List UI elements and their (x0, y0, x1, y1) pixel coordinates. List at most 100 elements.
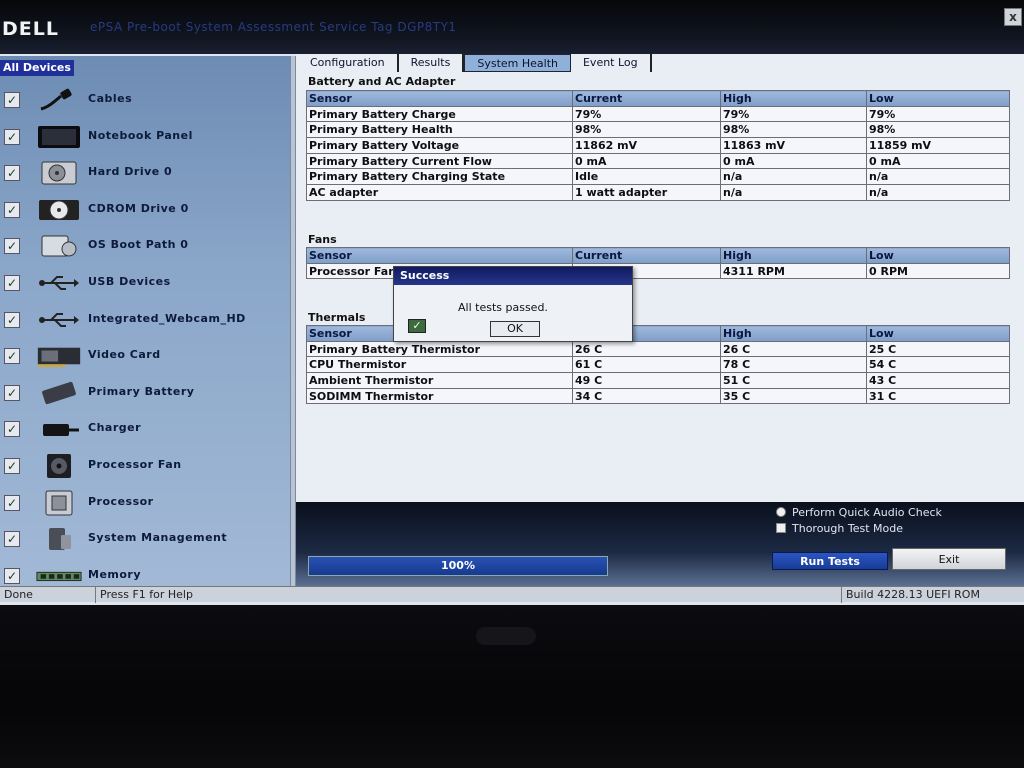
tab-configuration[interactable]: Configuration (298, 54, 399, 72)
table-cell: 98% (572, 121, 721, 139)
device-checkbox[interactable]: ✓ (4, 421, 20, 438)
device-checkbox[interactable]: ✓ (4, 275, 20, 291)
device-item-os-boot-path-0[interactable]: ✓ OS Boot Path 0 (0, 230, 290, 262)
column-header[interactable]: Low (866, 325, 1010, 342)
table-cell: 0 mA (720, 152, 867, 170)
tab-event-log[interactable]: Event Log (571, 54, 652, 72)
close-button[interactable]: x (1004, 8, 1022, 26)
device-checkbox[interactable]: ✓ (4, 238, 20, 255)
device-checkbox[interactable]: ✓ (4, 311, 20, 328)
device-label: Hard Drive 0 (88, 165, 173, 179)
run-tests-button[interactable]: Run Tests (772, 552, 888, 570)
all-devices-header[interactable]: All Devices (0, 60, 74, 76)
success-check-icon: ✓ (408, 319, 426, 333)
device-item-cables[interactable]: ✓ Cables (0, 84, 290, 116)
table-cell: Primary Battery Health (306, 121, 573, 139)
boot-path-icon (36, 232, 82, 260)
bezel-logo-icon (476, 627, 536, 645)
exit-button[interactable]: Exit (892, 548, 1006, 570)
table-cell: 11862 mV (572, 137, 721, 154)
table-row: Primary Battery Charging State Idle n/a n/a (306, 168, 1010, 186)
checkbox-icon[interactable] (776, 523, 786, 533)
thorough-mode-option[interactable]: Thorough Test Mode (776, 522, 903, 535)
table-cell: 79% (572, 105, 721, 123)
status-help: Press F1 for Help (96, 587, 842, 603)
column-header[interactable]: Low (866, 90, 1010, 107)
table-cell: n/a (720, 184, 867, 201)
table-cell: SODIMM Thermistor (306, 387, 573, 405)
column-header[interactable]: Low (866, 247, 1010, 264)
table-cell: 61 C (572, 356, 721, 374)
device-checkbox[interactable]: ✓ (4, 201, 20, 218)
table-cell: 78 C (720, 356, 867, 374)
device-checkbox[interactable]: ✓ (4, 128, 20, 145)
battery-icon (36, 379, 82, 407)
device-item-usb-devices[interactable]: ✓ USB Devices (0, 267, 290, 299)
column-header[interactable]: Sensor (306, 247, 573, 264)
table-cell: Primary Battery Thermistor (306, 340, 573, 358)
column-header[interactable]: High (720, 247, 867, 264)
device-item-charger[interactable]: ✓ Charger (0, 413, 290, 445)
device-item-hard-drive-0[interactable]: ✓ Hard Drive 0 (0, 157, 290, 189)
device-item-notebook-panel[interactable]: ✓ Notebook Panel (0, 121, 290, 153)
device-item-cdrom-drive-0[interactable]: ✓ CDROM Drive 0 (0, 194, 290, 226)
table-cell: 26 C (720, 340, 867, 358)
column-header[interactable]: High (720, 325, 867, 342)
cable-icon (36, 86, 82, 114)
table-cell: 98% (720, 121, 867, 139)
device-checkbox[interactable]: ✓ (4, 165, 20, 182)
thermals-section-title: Thermals (308, 311, 366, 324)
table-cell: 0 mA (572, 152, 721, 170)
device-label: Primary Battery (88, 384, 195, 398)
quick-audio-option[interactable]: Perform Quick Audio Check (776, 506, 942, 519)
table-cell: 1 watt adapter (572, 184, 721, 201)
device-item-integrated-webcam-hd[interactable]: ✓ Integrated_Webcam_HD (0, 304, 290, 336)
column-header[interactable]: Current (572, 247, 721, 264)
table-cell: Primary Battery Charging State (306, 168, 573, 186)
app-title: ePSA Pre-boot System Assessment Service … (90, 20, 457, 34)
build-info: Build 4228.13 UEFI ROM (846, 588, 980, 601)
battery-header-row: Sensor Current High Low (306, 90, 1010, 107)
table-cell: 0 RPM (866, 262, 1010, 280)
hard-drive-icon (36, 159, 82, 187)
dell-logo: DELL (2, 18, 59, 40)
device-item-processor-fan[interactable]: ✓ Processor Fan (0, 450, 290, 482)
table-cell: 43 C (866, 372, 1010, 389)
table-row: Primary Battery Voltage 11862 mV 11863 mV 1… (306, 137, 1010, 154)
dialog-message: All tests passed. (458, 301, 548, 314)
device-checkbox[interactable]: ✓ (4, 531, 20, 548)
table-cell: 98% (866, 121, 1010, 139)
device-label: OS Boot Path 0 (88, 238, 189, 252)
device-checkbox[interactable]: ✓ (4, 494, 20, 511)
system-management-icon (36, 525, 82, 553)
table-cell: 26 C (572, 340, 721, 358)
device-checkbox[interactable]: ✓ (4, 92, 20, 108)
usb-icon (36, 269, 82, 297)
column-header[interactable]: High (720, 90, 867, 107)
device-item-primary-battery[interactable]: ✓ Primary Battery (0, 377, 290, 409)
device-item-system-management[interactable]: ✓ System Management (0, 523, 290, 555)
radio-icon[interactable] (776, 507, 786, 517)
device-label: Memory (88, 567, 142, 581)
ok-button[interactable]: OK (490, 321, 540, 337)
device-checkbox[interactable]: ✓ (4, 384, 20, 401)
progress-bar: 100% (308, 556, 608, 576)
table-row: Primary Battery Health 98% 98% 98% (306, 121, 1010, 139)
laptop-bezel (0, 605, 1024, 768)
title-bar: DELL ePSA Pre-boot System Assessment Ser… (0, 0, 1024, 54)
table-cell: Primary Battery Current Flow (306, 152, 573, 170)
tab-results[interactable]: Results (399, 54, 465, 72)
table-cell: n/a (720, 168, 867, 186)
table-cell: n/a (866, 184, 1010, 201)
table-cell: Ambient Thermistor (306, 372, 573, 389)
column-header[interactable]: Current (572, 90, 721, 107)
device-checkbox[interactable]: ✓ (4, 567, 20, 584)
device-item-video-card[interactable]: ✓ Video Card (0, 340, 290, 372)
device-checkbox[interactable]: ✓ (4, 348, 20, 365)
table-cell: Idle (572, 168, 721, 186)
device-checkbox[interactable]: ✓ (4, 458, 20, 474)
column-header[interactable]: Sensor (306, 90, 573, 107)
device-item-processor[interactable]: ✓ Processor (0, 487, 290, 519)
fans-header-row: Sensor Current High Low (306, 247, 1010, 264)
tab-system-health[interactable]: System Health (464, 54, 571, 72)
